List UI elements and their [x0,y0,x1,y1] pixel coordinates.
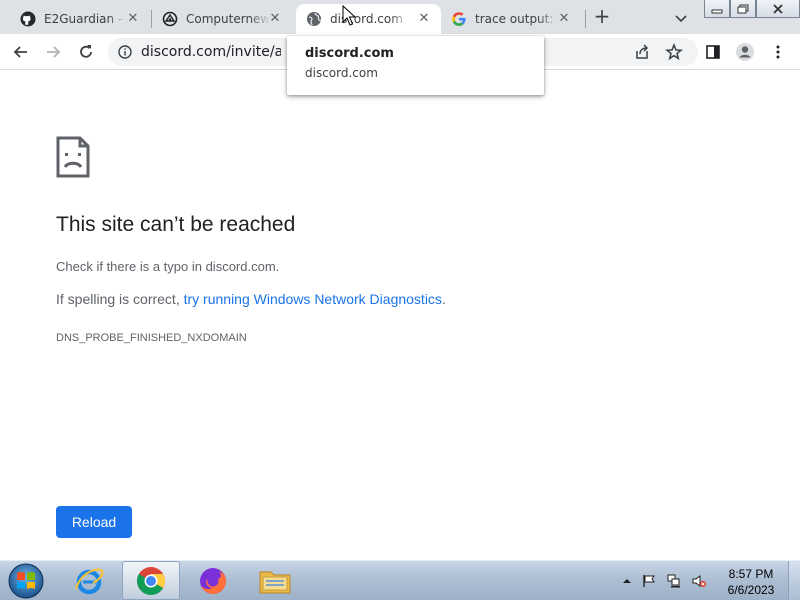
close-icon[interactable]: ✕ [557,12,571,26]
hover-card-title: discord.com [305,46,394,61]
taskbar-chrome[interactable] [122,561,180,600]
url-text: discord.com/invite/a4kc [141,44,281,60]
close-icon[interactable]: ✕ [268,12,282,26]
taskbar-file-explorer[interactable] [246,561,304,600]
diagnostics-prefix: If spelling is correct, [56,291,184,307]
globe-icon [306,11,322,27]
clock-date: 6/6/2023 [727,583,775,597]
tab-computernewb[interactable]: Computernewb ✕ [152,4,292,34]
mouse-cursor-icon [342,5,356,26]
chevron-up-icon[interactable] [620,574,634,588]
error-title: This site can’t be reached [56,213,296,236]
chevron-down-icon[interactable] [672,9,690,27]
minimize-button[interactable] [704,0,730,18]
taskbar: 8:57 PM 6/6/2023 [0,560,800,600]
github-icon [20,11,36,27]
tab-title: Computernewb [186,12,270,26]
close-icon[interactable]: ✕ [417,12,431,26]
tab-title: E2Guardian - A [44,12,128,26]
tab-strip: E2Guardian - A ✕ Computernewb ✕ discord.… [0,0,800,34]
close-window-button[interactable] [756,0,800,18]
firefox-icon [200,567,226,594]
taskbar-internet-explorer[interactable] [60,561,118,600]
diagnostics-hint: If spelling is correct, try running Wind… [56,291,446,307]
action-center-flag-icon[interactable] [642,574,656,588]
new-tab-button[interactable]: + [591,6,613,28]
tab-e2guardian[interactable]: E2Guardian - A ✕ [10,4,150,34]
diagnostics-suffix: . [441,291,446,307]
computernewb-icon [162,11,178,27]
folder-icon [259,571,291,593]
window-controls [704,0,800,18]
clock[interactable]: 8:57 PM 6/6/2023 [716,566,786,598]
tab-discord[interactable]: discord.com ✕ [296,4,441,34]
network-icon[interactable] [667,574,681,588]
tab-trace-output[interactable]: trace output: fi ✕ [441,4,581,34]
back-arrow-icon[interactable] [11,42,31,62]
show-desktop-button[interactable] [788,561,800,600]
tab-title: trace output: fi [475,12,559,26]
windows-start-icon[interactable] [4,562,48,600]
network-diagnostics-link[interactable]: try running Windows Network Diagnostics [184,291,442,307]
more-menu-icon[interactable] [768,42,788,62]
clock-time: 8:57 PM [728,567,774,581]
forward-arrow-icon[interactable] [43,42,63,62]
typo-hint: Check if there is a typo in discord.com. [56,259,280,274]
share-icon[interactable] [632,42,652,62]
error-code: DNS_PROBE_FINISHED_NXDOMAIN [56,332,247,344]
internet-explorer-icon [75,568,104,594]
chrome-icon [137,566,165,595]
reload-icon[interactable] [76,42,96,62]
volume-muted-icon[interactable] [692,574,706,588]
restore-button[interactable] [730,0,756,18]
tab-separator [585,10,586,28]
hover-card-domain: discord.com [305,66,378,80]
tab-hover-card: discord.com discord.com [287,36,544,95]
side-panel-icon[interactable] [703,42,723,62]
info-icon[interactable] [118,45,132,59]
profile-avatar-icon[interactable] [735,42,755,62]
bookmark-star-icon[interactable] [664,42,684,62]
taskbar-firefox[interactable] [184,561,242,600]
google-icon [451,11,467,27]
close-icon[interactable]: ✕ [126,12,140,26]
sad-page-icon [56,136,90,178]
reload-button[interactable]: Reload [56,506,132,538]
